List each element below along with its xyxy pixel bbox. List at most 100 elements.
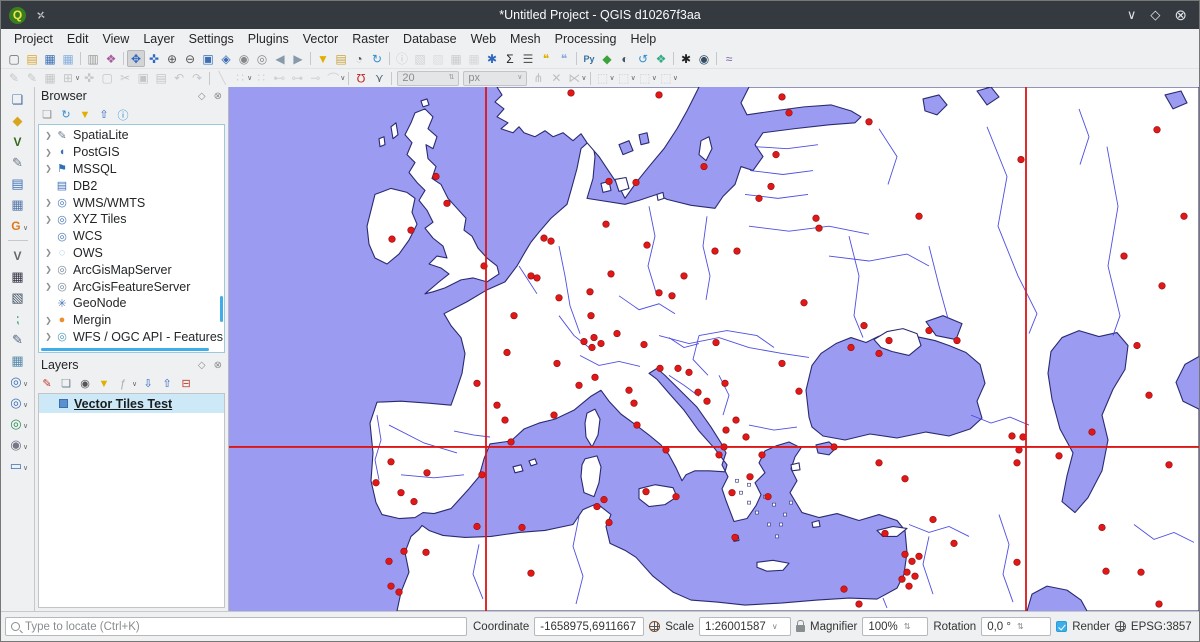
tb1-new-project-icon[interactable]: ▢	[5, 50, 23, 67]
tb2-paste-features-icon[interactable]: ▤	[152, 70, 170, 87]
browser-close-button[interactable]: ⊗	[214, 91, 222, 102]
tb2-cad-combo-4-icon[interactable]: ⬚	[657, 70, 675, 87]
expand-arrow-icon[interactable]: ❯	[43, 282, 54, 291]
tb2-toggle-editing-icon[interactable]: ✎	[23, 70, 41, 87]
render-checkbox[interactable]	[1056, 621, 1067, 632]
layers-filter-by-expression-dropdown[interactable]: ∨	[132, 380, 137, 388]
tb2-move-features-icon[interactable]: ∷	[231, 70, 249, 87]
lock-icon[interactable]	[796, 625, 805, 632]
tb1-globe-tool-icon[interactable]: ◐	[616, 50, 634, 67]
tb2-save-edits-icon[interactable]: ▦	[41, 70, 59, 87]
menu-processing[interactable]: Processing	[548, 30, 624, 48]
layers-manage-visibility-icon[interactable]: ◉	[77, 375, 93, 392]
tb2-snapping-vertex-icon[interactable]: ⋎	[370, 70, 388, 87]
add-spatialite-layer-icon[interactable]: ✎	[9, 154, 27, 171]
tb2-advanced-digitize-icon[interactable]: ╲	[213, 70, 231, 87]
add-postgis-layer-icon[interactable]: ▤	[9, 175, 27, 192]
menu-edit[interactable]: Edit	[60, 30, 96, 48]
add-vector-layer-icon[interactable]: V	[9, 133, 27, 150]
tb2-digitize-dropdown-icon[interactable]: ⊞	[59, 70, 77, 87]
tb2-simplify-feature-icon[interactable]: ⊷	[270, 70, 288, 87]
extents-icon[interactable]	[649, 621, 660, 632]
tb2-fill-ring-icon[interactable]: ⊸	[306, 70, 324, 87]
locator-input[interactable]	[25, 621, 461, 633]
rotation-spinner[interactable]: 0,0 °⇅	[981, 617, 1051, 636]
browser-collapse-all-icon[interactable]: ⇧	[96, 106, 112, 123]
tb2-undo-icon[interactable]: ↶	[170, 70, 188, 87]
menu-web[interactable]: Web	[464, 30, 503, 48]
layers-open-layer-styling-icon[interactable]: ✎	[39, 375, 55, 392]
minimize-button[interactable]: ∨	[1127, 7, 1137, 23]
expand-arrow-icon[interactable]: ❯	[43, 131, 54, 140]
browser-filter-browser-icon[interactable]: ▼	[77, 106, 93, 123]
browser-item-ows[interactable]: ❯◌OWS	[39, 245, 224, 262]
pin-icon[interactable]: ✛	[33, 7, 48, 23]
tb1-python-console-icon[interactable]: Py	[580, 50, 598, 67]
add-wcs-layer-icon[interactable]: ◎	[7, 394, 25, 411]
add-vector-tile-layer-icon[interactable]: ▦	[9, 196, 27, 213]
browser-item-xyz-tiles[interactable]: ❯◎XYZ Tiles	[39, 211, 224, 228]
tb2-cad-combo-3-icon[interactable]: ⬚	[636, 70, 654, 87]
locator-box[interactable]	[5, 617, 467, 636]
browser-item-mssql[interactable]: ❯⚑MSSQL	[39, 161, 224, 178]
tb1-save-project-as-icon[interactable]: ▦	[59, 50, 77, 67]
tb2-cad-combo-2-icon[interactable]: ⬚	[615, 70, 633, 87]
browser-item-geonode[interactable]: ✳GeoNode	[39, 295, 224, 312]
tb1-tilescale-icon[interactable]: ≈	[720, 50, 738, 67]
tb1-field-calculator-icon[interactable]: ▦	[465, 50, 483, 67]
add-mesh-layer-icon[interactable]: ▧	[9, 289, 27, 306]
tb1-map-tips-icon[interactable]: ❝	[555, 50, 573, 67]
menu-vector[interactable]: Vector	[296, 30, 345, 48]
style-dock-icon[interactable]: ◆	[9, 112, 27, 129]
menu-help[interactable]: Help	[623, 30, 663, 48]
menu-view[interactable]: View	[95, 30, 136, 48]
add-delimited-text-icon[interactable]: ⁏	[9, 310, 27, 327]
add-oracle-layer-icon[interactable]: ▭	[7, 457, 25, 474]
tb1-show-bookmarks-icon[interactable]: ▤	[332, 50, 350, 67]
add-virtual-layer-icon[interactable]: ✎	[9, 331, 27, 348]
tb1-open-project-icon[interactable]: ▤	[23, 50, 41, 67]
expand-arrow-icon[interactable]: ❯	[43, 265, 54, 274]
layer-item-vector-tiles-test[interactable]: Vector Tiles Test	[39, 394, 224, 413]
tb1-zoom-native-icon[interactable]: ▣	[199, 50, 217, 67]
tb1-reload-plugin-icon[interactable]: ↺	[634, 50, 652, 67]
tb2-copy-features-icon[interactable]: ▣	[134, 70, 152, 87]
tb1-temporal-controller-icon[interactable]: ◔	[350, 50, 368, 67]
tb2-cut-features-icon[interactable]: ✂	[116, 70, 134, 87]
layers-filter-legend-icon[interactable]: ▼	[96, 375, 112, 392]
tb2-add-ring-icon[interactable]: ⊶	[288, 70, 306, 87]
tb2-snapping-magnet-icon[interactable]: Ω	[352, 70, 370, 87]
browser-vscrollbar[interactable]	[220, 296, 223, 322]
menu-database[interactable]: Database	[396, 30, 464, 48]
browser-item-db2[interactable]: ▤DB2	[39, 177, 224, 194]
menu-project[interactable]: Project	[7, 30, 60, 48]
menu-layer[interactable]: Layer	[136, 30, 181, 48]
tb1-plugin-extra-icon[interactable]: ❖	[652, 50, 670, 67]
layers-expand-all-icon[interactable]: ⇩	[140, 375, 156, 392]
tb1-options-gear-icon[interactable]: ✱	[483, 50, 501, 67]
map-canvas[interactable]	[229, 87, 1199, 611]
browser-item-arcgisfeatureserver[interactable]: ❯◎ArcGisFeatureServer	[39, 278, 224, 295]
browser-item-postgis[interactable]: ❯◖PostGIS	[39, 144, 224, 161]
expand-arrow-icon[interactable]: ❯	[43, 316, 54, 325]
maximize-button[interactable]: ◇	[1150, 7, 1160, 23]
expand-arrow-icon[interactable]: ❯	[43, 248, 54, 257]
add-raster-layer-icon[interactable]: ▦	[9, 268, 27, 285]
tb2-rotate-features-icon[interactable]: ∷	[252, 70, 270, 87]
tb1-zoom-in-icon[interactable]: ⊕	[163, 50, 181, 67]
tb2-vertex-tool-icon[interactable]: ✜	[80, 70, 98, 87]
browser-item-wcs[interactable]: ◎WCS	[39, 228, 224, 245]
expand-arrow-icon[interactable]: ❯	[43, 332, 54, 341]
layers-collapse-all-layers-icon[interactable]: ⇧	[159, 375, 175, 392]
browser-float-button[interactable]: ◇	[198, 91, 206, 102]
tb2-tracing-k-icon[interactable]: ⋉	[565, 70, 583, 87]
browser-item-wfs-ogc-api-features[interactable]: ❯◎WFS / OGC API - Features	[39, 329, 224, 346]
tb1-zoom-to-layer-icon[interactable]: ◎	[253, 50, 271, 67]
new-shapefile-icon[interactable]: V	[9, 247, 27, 264]
tb1-pan-to-selection-icon[interactable]: ✜	[145, 50, 163, 67]
tb1-zoom-last-icon[interactable]: ◀	[271, 50, 289, 67]
layers-add-group-icon[interactable]: ❏	[58, 375, 74, 392]
tb1-zoom-out-icon[interactable]: ⊖	[181, 50, 199, 67]
menu-settings[interactable]: Settings	[182, 30, 241, 48]
tb1-select-features-icon[interactable]: ▧	[411, 50, 429, 67]
